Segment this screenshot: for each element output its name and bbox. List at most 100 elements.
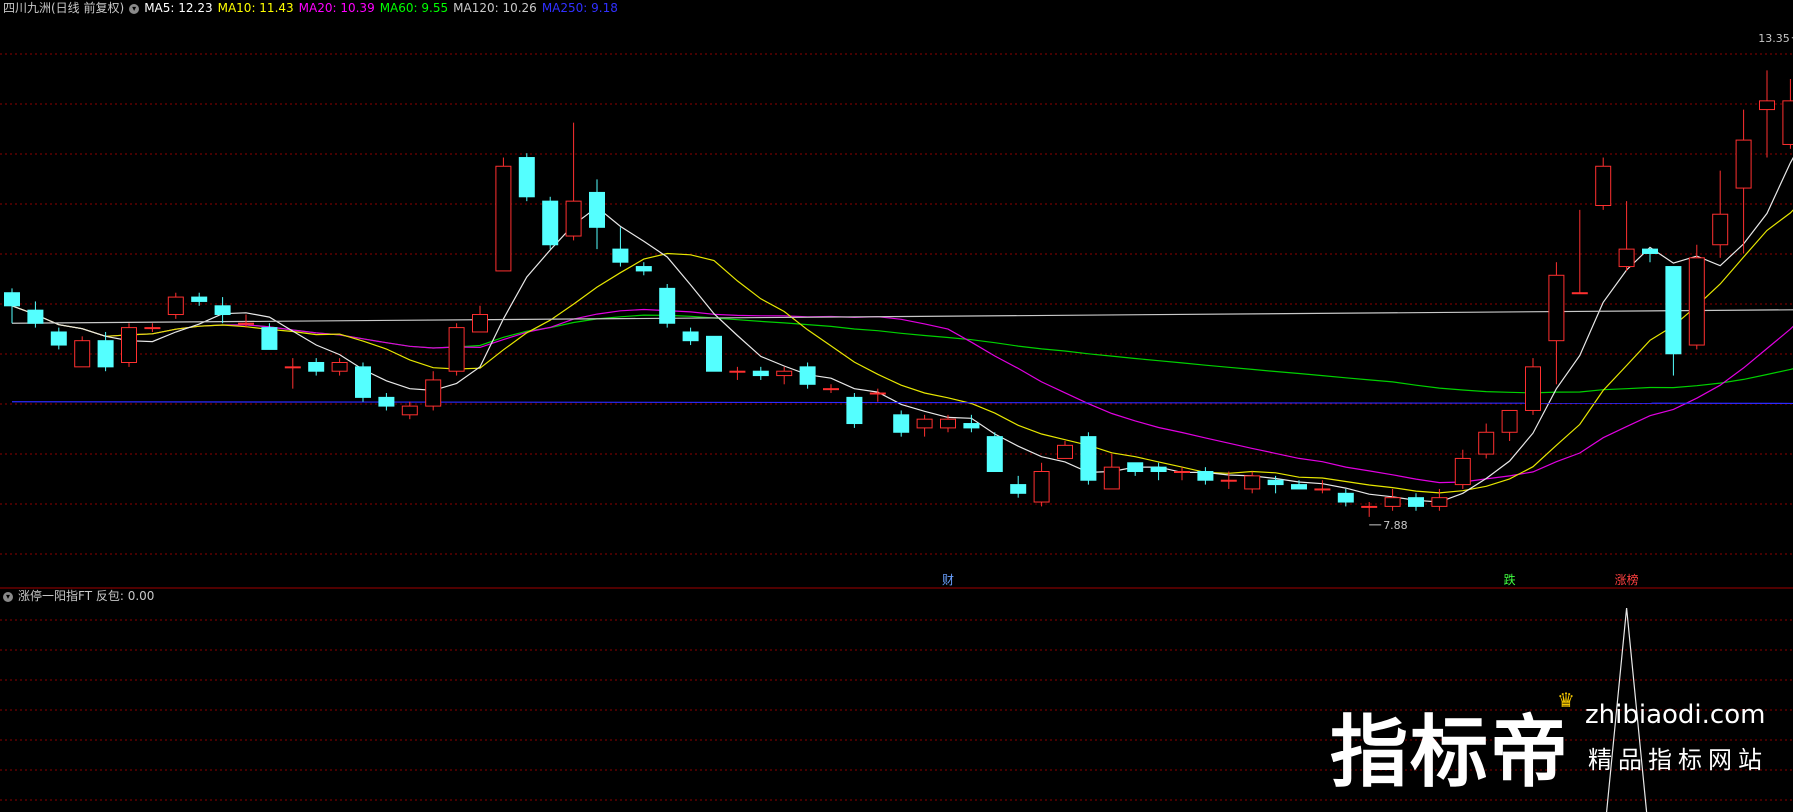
candle[interactable] <box>1127 462 1144 476</box>
candle[interactable] <box>1057 440 1073 459</box>
candle[interactable] <box>4 288 20 324</box>
candle-body <box>355 366 371 398</box>
candle[interactable] <box>518 153 535 202</box>
candle-body <box>846 396 863 425</box>
watermark-tagline: 精品指标网站 <box>1588 746 1768 774</box>
candle-body <box>284 366 301 369</box>
candle[interactable] <box>1361 502 1378 517</box>
candle[interactable] <box>74 336 91 368</box>
candle[interactable] <box>846 393 863 428</box>
candle[interactable] <box>565 122 582 241</box>
candle[interactable] <box>1688 244 1705 350</box>
candle[interactable] <box>706 335 722 372</box>
candle[interactable] <box>425 371 442 411</box>
ma10-line <box>11 209 1793 494</box>
candle[interactable] <box>1103 454 1120 490</box>
candle[interactable] <box>893 410 910 437</box>
sub-chart-header: ▾ 涨停一阳指FT 反包: 0.00 <box>3 588 159 604</box>
candle-body <box>706 335 722 372</box>
candle[interactable] <box>214 297 231 324</box>
candle[interactable] <box>1712 170 1729 258</box>
candle[interactable] <box>589 179 605 250</box>
candle[interactable] <box>1197 467 1214 485</box>
candle-body <box>776 370 793 377</box>
candle[interactable] <box>50 327 67 350</box>
candle-body <box>1665 266 1682 355</box>
watermark-brand: 指标帝 <box>1330 708 1571 798</box>
chevron-down-icon[interactable]: ▾ <box>129 3 140 14</box>
candle-body <box>1525 366 1541 411</box>
candle[interactable] <box>1618 201 1635 271</box>
candle[interactable] <box>1595 157 1612 210</box>
candle-body <box>1010 484 1027 494</box>
candle[interactable] <box>495 157 512 272</box>
candlestick-series[interactable] <box>4 40 1793 517</box>
candle[interactable] <box>1384 488 1401 511</box>
candle[interactable] <box>472 305 488 333</box>
candle[interactable] <box>378 393 395 411</box>
candle-body <box>1337 492 1354 503</box>
candle-body <box>963 423 980 429</box>
candle[interactable] <box>1454 449 1471 489</box>
candle[interactable] <box>144 323 161 332</box>
candle[interactable] <box>1033 462 1050 507</box>
candle-body <box>121 327 137 363</box>
candle[interactable] <box>916 414 933 437</box>
candle[interactable] <box>659 284 676 328</box>
candle[interactable] <box>542 196 559 250</box>
candle[interactable] <box>1244 471 1261 494</box>
candle[interactable] <box>1735 109 1752 254</box>
candle[interactable] <box>823 384 839 394</box>
candle[interactable] <box>1571 209 1588 295</box>
candle-body <box>1174 471 1190 474</box>
candle[interactable] <box>1548 262 1565 385</box>
candle-body <box>1244 475 1261 490</box>
candle-body <box>1548 274 1565 342</box>
ma-legend: MA5: 12.23 MA10: 11.43 MA20: 10.39 MA60: 9.… <box>144 1 623 15</box>
candle[interactable] <box>191 292 208 306</box>
candle[interactable] <box>284 358 301 389</box>
candle[interactable] <box>963 414 980 433</box>
candle[interactable] <box>752 366 769 380</box>
chevron-down-icon[interactable]: ▾ <box>3 591 13 602</box>
candle-body <box>425 379 442 407</box>
candle[interactable] <box>776 366 793 385</box>
candle[interactable] <box>729 366 746 380</box>
candle[interactable] <box>121 323 137 367</box>
candle[interactable] <box>308 358 325 376</box>
candle[interactable] <box>635 262 652 276</box>
candle[interactable] <box>27 301 44 328</box>
candle[interactable] <box>448 323 465 376</box>
candle-body <box>1454 457 1471 486</box>
candle[interactable] <box>1665 266 1682 376</box>
candle[interactable] <box>167 292 184 319</box>
candle-body <box>1712 213 1729 246</box>
candle[interactable] <box>1501 409 1518 441</box>
candle[interactable] <box>1642 248 1658 263</box>
candle[interactable] <box>1314 480 1331 494</box>
candle-body <box>308 361 325 372</box>
candle[interactable] <box>1174 467 1190 481</box>
candle[interactable] <box>612 227 629 267</box>
candle-body <box>74 340 91 368</box>
candle[interactable] <box>682 327 699 346</box>
candle[interactable] <box>1010 475 1027 498</box>
candle[interactable] <box>986 432 1003 473</box>
candle[interactable] <box>1782 79 1793 149</box>
candle-body <box>682 331 699 342</box>
candle[interactable] <box>1150 462 1167 481</box>
candle[interactable] <box>355 362 371 402</box>
candle[interactable] <box>1478 423 1495 459</box>
candle[interactable] <box>261 323 278 350</box>
candle[interactable] <box>331 358 348 376</box>
candle[interactable] <box>1408 493 1424 511</box>
candle[interactable] <box>1080 432 1097 485</box>
candle[interactable] <box>1759 70 1775 158</box>
candle[interactable] <box>1525 358 1541 415</box>
candle-body <box>940 418 956 429</box>
candle[interactable] <box>799 362 816 389</box>
indicator-label: 涨停一阳指FT 反包: 0.00 <box>18 589 155 603</box>
candle-body <box>1197 471 1214 481</box>
candle-body <box>1384 497 1401 507</box>
candle-body <box>799 366 816 385</box>
